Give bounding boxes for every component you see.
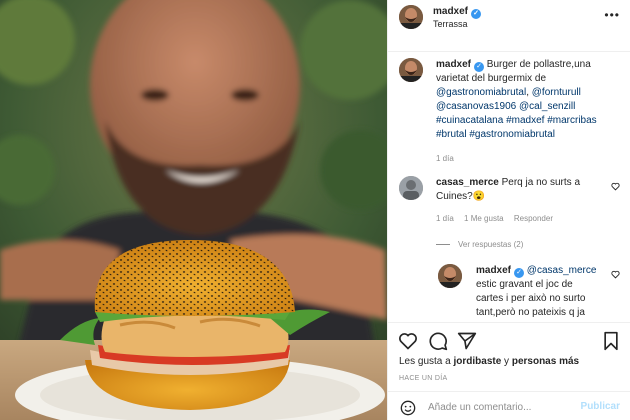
hashtag-link[interactable]: #madxef: [506, 115, 544, 126]
comment-likes[interactable]: 1 Me gusta: [464, 214, 504, 223]
mention-link[interactable]: @cal_senzill: [519, 101, 575, 112]
likes-summary: Les gusta a jordibaste y personas más: [399, 356, 579, 367]
likes-user-link[interactable]: jordibaste: [453, 356, 501, 367]
mention-link[interactable]: @gastronomiabrutal: [436, 87, 526, 98]
likes-connector: y: [501, 356, 512, 367]
post-location[interactable]: Terrassa: [433, 19, 468, 29]
comment-icon[interactable]: [428, 331, 448, 351]
caption-line: varietat del burgermix de: [436, 73, 547, 84]
view-replies-button[interactable]: Ver respuestas (2): [436, 240, 523, 249]
heart-icon[interactable]: [611, 182, 620, 193]
divider: [436, 244, 450, 246]
reply-text: madxef ✓ @casas_merce estic gravant el jo…: [476, 264, 604, 320]
comment-line: Cuines?: [436, 191, 473, 202]
avatar[interactable]: [438, 264, 462, 288]
post-header: madxef ✓ Terrassa •••: [388, 0, 630, 52]
reply-button[interactable]: Responder: [514, 214, 553, 223]
hashtag-link[interactable]: #brutal: [436, 129, 467, 140]
comment-username[interactable]: casas_merce: [436, 177, 499, 188]
heart-icon[interactable]: [398, 331, 418, 351]
comment-meta: 1 día 1 Me gusta Responder: [436, 212, 604, 226]
add-comment-bar: Publicar: [388, 391, 630, 420]
post-actions: Les gusta a jordibaste y personas más HA…: [388, 322, 630, 420]
avatar[interactable]: [399, 5, 423, 29]
author-username-text[interactable]: madxef: [433, 6, 468, 17]
reply-username[interactable]: madxef: [476, 265, 511, 276]
post-time[interactable]: HACE UN DÍA: [399, 375, 447, 382]
share-icon[interactable]: [457, 331, 477, 351]
heart-icon[interactable]: [611, 270, 620, 281]
comment-input[interactable]: [428, 398, 568, 416]
mention-link[interactable]: @casas_merce: [527, 265, 597, 276]
likes-prefix: Les gusta a: [399, 356, 454, 367]
verified-icon: ✓: [514, 268, 525, 278]
hashtag-link[interactable]: #gastronomiabrutal: [469, 129, 555, 140]
publish-button[interactable]: Publicar: [581, 401, 620, 412]
hashtag-link[interactable]: #marcribas: [547, 115, 596, 126]
verified-icon: ✓: [471, 9, 482, 19]
caption-line: Burger de pollastre,una: [486, 59, 591, 70]
more-icon[interactable]: •••: [604, 8, 620, 22]
mention-link[interactable]: @fornturull: [532, 87, 581, 98]
comments-list: madxef ✓ Burger de pollastre,una varietat…: [388, 52, 630, 322]
caption-username[interactable]: madxef: [436, 59, 471, 70]
comment-emoji: 😮: [472, 191, 486, 202]
comment-text: casas_merce Perq ja no surts a Cuines?😮 …: [436, 176, 604, 226]
comment-line: Perq ja no surts a: [501, 177, 580, 188]
caption-meta: 1 día: [436, 152, 604, 166]
avatar[interactable]: [399, 58, 423, 82]
emoji-icon[interactable]: [400, 400, 416, 416]
reply-line: cartes i per això no surto: [476, 293, 586, 304]
caption-text: madxef ✓ Burger de pollastre,una varietat…: [436, 58, 604, 166]
comment-age[interactable]: 1 día: [436, 214, 454, 223]
avatar[interactable]: [399, 176, 423, 200]
post-sidebar: madxef ✓ Terrassa ••• madxef ✓ Burger de p…: [387, 0, 630, 420]
hashtag-link[interactable]: #cuinacatalana: [436, 115, 503, 126]
view-replies-label[interactable]: Ver respuestas (2): [458, 240, 523, 249]
mention-link[interactable]: @casanovas1906: [436, 101, 516, 112]
author-username[interactable]: madxef ✓: [433, 6, 482, 19]
reply-line: estic gravant el joc de: [476, 279, 573, 290]
bookmark-icon[interactable]: [602, 331, 620, 351]
reply-line: tant,però no pateixis q ja: [476, 307, 585, 318]
verified-icon: ✓: [474, 62, 485, 72]
action-icons: [398, 331, 620, 351]
post-photo[interactable]: [0, 0, 387, 420]
likes-others-link[interactable]: personas más: [512, 356, 579, 367]
caption-age[interactable]: 1 día: [436, 154, 454, 163]
